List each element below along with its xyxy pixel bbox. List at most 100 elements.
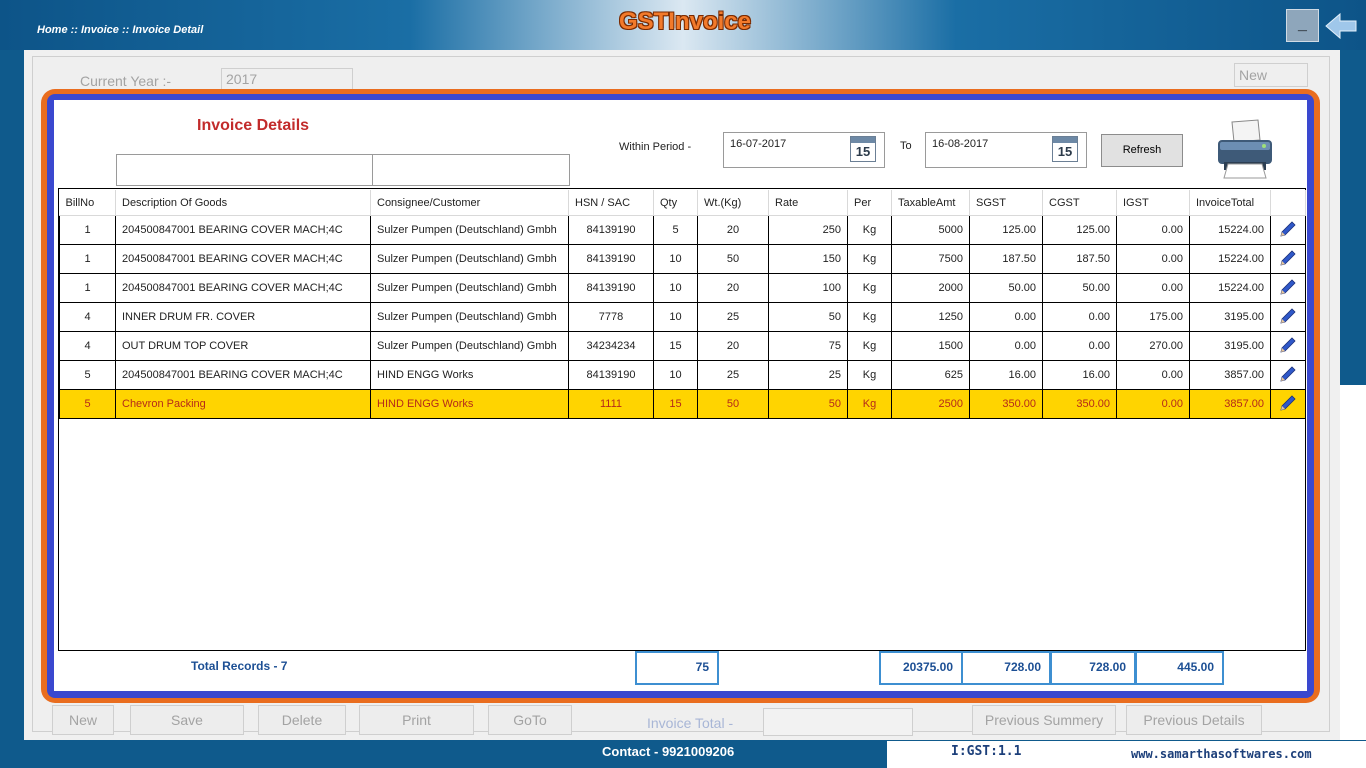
goto-button[interactable]: GoTo bbox=[488, 705, 572, 735]
column-header[interactable]: SGST bbox=[969, 190, 1043, 216]
website-link[interactable]: www.samarthasoftwares.com bbox=[1131, 747, 1312, 761]
table-row[interactable]: 1 204500847001 BEARING COVER MACH;4C Sulze… bbox=[59, 273, 1306, 303]
hsn-cell: 84139190 bbox=[568, 244, 654, 274]
description-filter-input[interactable] bbox=[116, 154, 373, 186]
edit-pencil-icon[interactable] bbox=[1278, 248, 1298, 268]
per-cell: Kg bbox=[847, 215, 892, 245]
save-button[interactable]: Save bbox=[130, 705, 244, 735]
bill-no-cell: 5 bbox=[59, 360, 116, 390]
edit-pencil-icon[interactable] bbox=[1278, 277, 1298, 297]
bill-no-cell: 1 bbox=[59, 215, 116, 245]
hsn-cell: 84139190 bbox=[568, 360, 654, 390]
edit-pencil-icon[interactable] bbox=[1278, 364, 1298, 384]
taxable-total: 20375.00 bbox=[879, 651, 963, 685]
sgst-cell: 50.00 bbox=[969, 273, 1043, 303]
edit-cell bbox=[1270, 360, 1306, 390]
breadcrumb[interactable]: Home :: Invoice :: Invoice Detail bbox=[37, 24, 203, 36]
column-header[interactable]: InvoiceTotal bbox=[1189, 190, 1271, 216]
previous-summery-button[interactable]: Previous Summery bbox=[972, 705, 1116, 735]
column-header[interactable]: Qty bbox=[653, 190, 698, 216]
weight-cell: 20 bbox=[697, 331, 769, 361]
to-date-value: 16-08-2017 bbox=[932, 138, 989, 150]
printer-icon[interactable] bbox=[1214, 118, 1276, 180]
table-row[interactable]: 5 Chevron Packing HIND ENGG Works 1111 15 50 5… bbox=[59, 389, 1306, 419]
per-cell: Kg bbox=[847, 244, 892, 274]
sgst-total: 728.00 bbox=[961, 651, 1051, 685]
consignee-cell: HIND ENGG Works bbox=[370, 389, 569, 419]
table-row[interactable]: 5 204500847001 BEARING COVER MACH;4C HIND … bbox=[59, 360, 1306, 390]
taxable-cell: 2500 bbox=[891, 389, 970, 419]
per-cell: Kg bbox=[847, 331, 892, 361]
edit-pencil-icon[interactable] bbox=[1278, 393, 1298, 413]
calendar-icon[interactable]: 15 bbox=[850, 136, 876, 162]
description-cell: INNER DRUM FR. COVER bbox=[115, 302, 371, 332]
edit-pencil-icon[interactable] bbox=[1278, 219, 1298, 239]
minimize-button[interactable]: _ bbox=[1286, 9, 1319, 42]
weight-cell: 20 bbox=[697, 215, 769, 245]
print-button[interactable]: Print bbox=[359, 705, 474, 735]
hsn-cell: 84139190 bbox=[568, 215, 654, 245]
hsn-cell: 1111 bbox=[568, 389, 654, 419]
column-header[interactable]: Rate bbox=[768, 190, 848, 216]
cgst-cell: 0.00 bbox=[1042, 302, 1117, 332]
rate-cell: 75 bbox=[768, 331, 848, 361]
rate-cell: 25 bbox=[768, 360, 848, 390]
column-header[interactable]: Consignee/Customer bbox=[370, 190, 569, 216]
taxable-cell: 2000 bbox=[891, 273, 970, 303]
igst-cell: 175.00 bbox=[1116, 302, 1190, 332]
table-row[interactable]: 4 INNER DRUM FR. COVER Sulzer Pumpen (Deut… bbox=[59, 302, 1306, 332]
column-header-edit bbox=[1270, 190, 1306, 216]
sgst-cell: 0.00 bbox=[969, 302, 1043, 332]
taxable-cell: 7500 bbox=[891, 244, 970, 274]
invoice-total-field[interactable] bbox=[763, 708, 913, 736]
column-header[interactable]: HSN / SAC bbox=[568, 190, 654, 216]
description-cell: OUT DRUM TOP COVER bbox=[115, 331, 371, 361]
igst-cell: 0.00 bbox=[1116, 389, 1190, 419]
qty-cell: 15 bbox=[653, 389, 698, 419]
calendar-icon[interactable]: 15 bbox=[1052, 136, 1078, 162]
consignee-filter-input[interactable] bbox=[372, 154, 570, 186]
back-arrow-icon[interactable] bbox=[1324, 10, 1358, 42]
table-body: 1 204500847001 BEARING COVER MACH;4C Sulze… bbox=[59, 215, 1306, 419]
previous-details-button[interactable]: Previous Details bbox=[1126, 705, 1262, 735]
column-header[interactable]: CGST bbox=[1042, 190, 1117, 216]
column-header[interactable]: Wt.(Kg) bbox=[697, 190, 769, 216]
invoice-total-cell: 15224.00 bbox=[1189, 273, 1271, 303]
column-header[interactable]: TaxableAmt bbox=[891, 190, 970, 216]
column-header[interactable]: IGST bbox=[1116, 190, 1190, 216]
new-top-button[interactable]: New bbox=[1234, 63, 1308, 87]
weight-cell: 25 bbox=[697, 302, 769, 332]
column-header[interactable]: Per bbox=[847, 190, 892, 216]
current-year-field[interactable]: 2017 bbox=[221, 68, 353, 90]
consignee-cell: Sulzer Pumpen (Deutschland) Gmbh bbox=[370, 244, 569, 274]
column-header[interactable]: BillNo bbox=[59, 190, 116, 216]
right-edge-panel bbox=[1340, 385, 1366, 740]
qty-cell: 10 bbox=[653, 244, 698, 274]
taxable-cell: 5000 bbox=[891, 215, 970, 245]
period-label: Within Period - bbox=[619, 141, 692, 153]
new-button[interactable]: New bbox=[52, 705, 114, 735]
invoice-total-cell: 15224.00 bbox=[1189, 244, 1271, 274]
bill-no-cell: 4 bbox=[59, 331, 116, 361]
refresh-button[interactable]: Refresh bbox=[1101, 134, 1183, 167]
from-date-picker[interactable]: 16-07-2017 15 bbox=[723, 132, 885, 168]
invoice-total-cell: 15224.00 bbox=[1189, 215, 1271, 245]
per-cell: Kg bbox=[847, 389, 892, 419]
igst-cell: 270.00 bbox=[1116, 331, 1190, 361]
table-row[interactable]: 1 204500847001 BEARING COVER MACH;4C Sulze… bbox=[59, 215, 1306, 245]
column-header[interactable]: Description Of Goods bbox=[115, 190, 371, 216]
table-row[interactable]: 1 204500847001 BEARING COVER MACH;4C Sulze… bbox=[59, 244, 1306, 274]
footer-left bbox=[0, 741, 887, 768]
bill-no-cell: 1 bbox=[59, 244, 116, 274]
table-row[interactable]: 4 OUT DRUM TOP COVER Sulzer Pumpen (Deutsc… bbox=[59, 331, 1306, 361]
delete-button[interactable]: Delete bbox=[258, 705, 346, 735]
edit-pencil-icon[interactable] bbox=[1278, 306, 1298, 326]
to-date-picker[interactable]: 16-08-2017 15 bbox=[925, 132, 1087, 168]
igst-cell: 0.00 bbox=[1116, 244, 1190, 274]
taxable-cell: 1250 bbox=[891, 302, 970, 332]
invoice-table: BillNo Description Of Goods Consignee/Cu… bbox=[59, 190, 1306, 419]
bill-no-cell: 4 bbox=[59, 302, 116, 332]
edit-pencil-icon[interactable] bbox=[1278, 335, 1298, 355]
contact-text: Contact - 9921009206 bbox=[602, 744, 735, 759]
igst-total: 445.00 bbox=[1135, 651, 1224, 685]
